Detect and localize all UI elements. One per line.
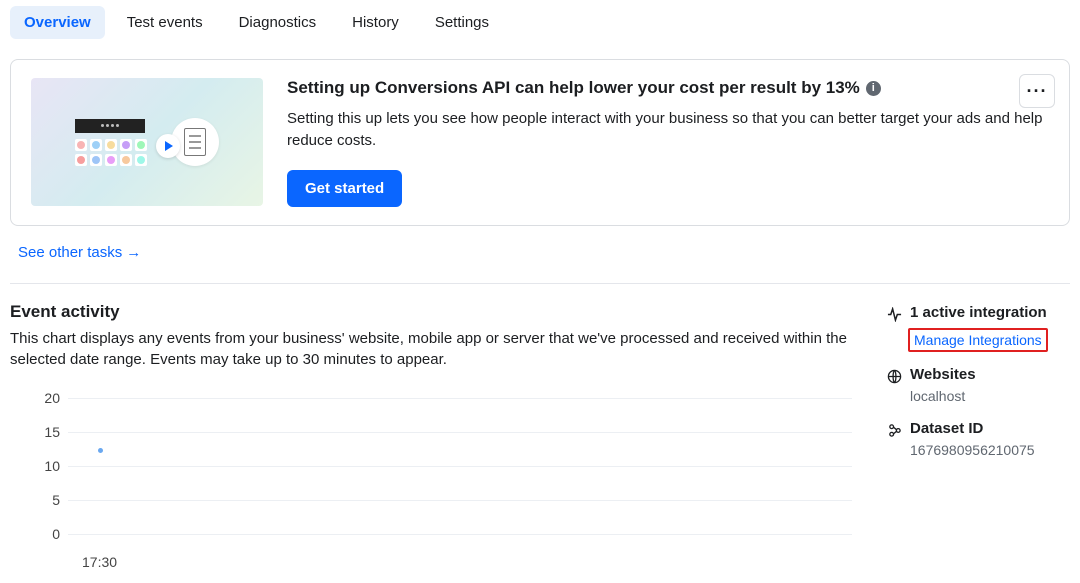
arrow-right-icon: → — [126, 244, 141, 261]
tabs-bar: Overview Test events Diagnostics History… — [0, 0, 1080, 45]
active-integration-title: 1 active integration — [910, 304, 1047, 322]
tab-settings[interactable]: Settings — [421, 6, 503, 39]
y-tick-label: 0 — [40, 526, 60, 542]
promo-description: Setting this up lets you see how people … — [287, 108, 1053, 152]
tab-test-events[interactable]: Test events — [113, 6, 217, 39]
see-other-tasks-link[interactable]: See other tasks → — [18, 244, 141, 261]
y-tick-label: 15 — [40, 424, 60, 440]
info-icon[interactable]: i — [866, 81, 881, 96]
manage-integrations-link[interactable]: Manage Integrations — [910, 330, 1046, 350]
websites-value: localhost — [910, 388, 1070, 404]
promo-card: Setting up Conversions API can help lowe… — [10, 59, 1070, 226]
event-activity-title: Event activity — [10, 302, 862, 322]
y-tick-label: 20 — [40, 390, 60, 406]
chart-data-point — [98, 448, 103, 453]
tab-diagnostics[interactable]: Diagnostics — [225, 6, 331, 39]
promo-title: Setting up Conversions API can help lowe… — [287, 78, 1053, 98]
dataset-icon — [886, 420, 902, 438]
dataset-id-value: 1676980956210075 — [910, 442, 1070, 458]
highlight-box: Manage Integrations — [908, 328, 1048, 352]
tab-history[interactable]: History — [338, 6, 413, 39]
y-tick-label: 10 — [40, 458, 60, 474]
more-menu-button[interactable]: ··· — [1019, 74, 1055, 108]
x-tick-label: 17:30 — [82, 554, 117, 570]
dataset-id-title: Dataset ID — [910, 420, 983, 438]
activity-icon — [886, 304, 902, 322]
websites-title: Websites — [910, 366, 976, 384]
divider — [10, 283, 1070, 284]
promo-illustration — [31, 78, 263, 206]
tab-overview[interactable]: Overview — [10, 6, 105, 39]
get-started-button[interactable]: Get started — [287, 170, 402, 207]
event-activity-chart: 20 15 10 5 0 17:30 — [10, 390, 862, 570]
play-icon — [156, 134, 180, 158]
y-tick-label: 5 — [40, 492, 60, 508]
globe-icon — [886, 366, 902, 384]
event-activity-description: This chart displays any events from your… — [10, 328, 862, 370]
